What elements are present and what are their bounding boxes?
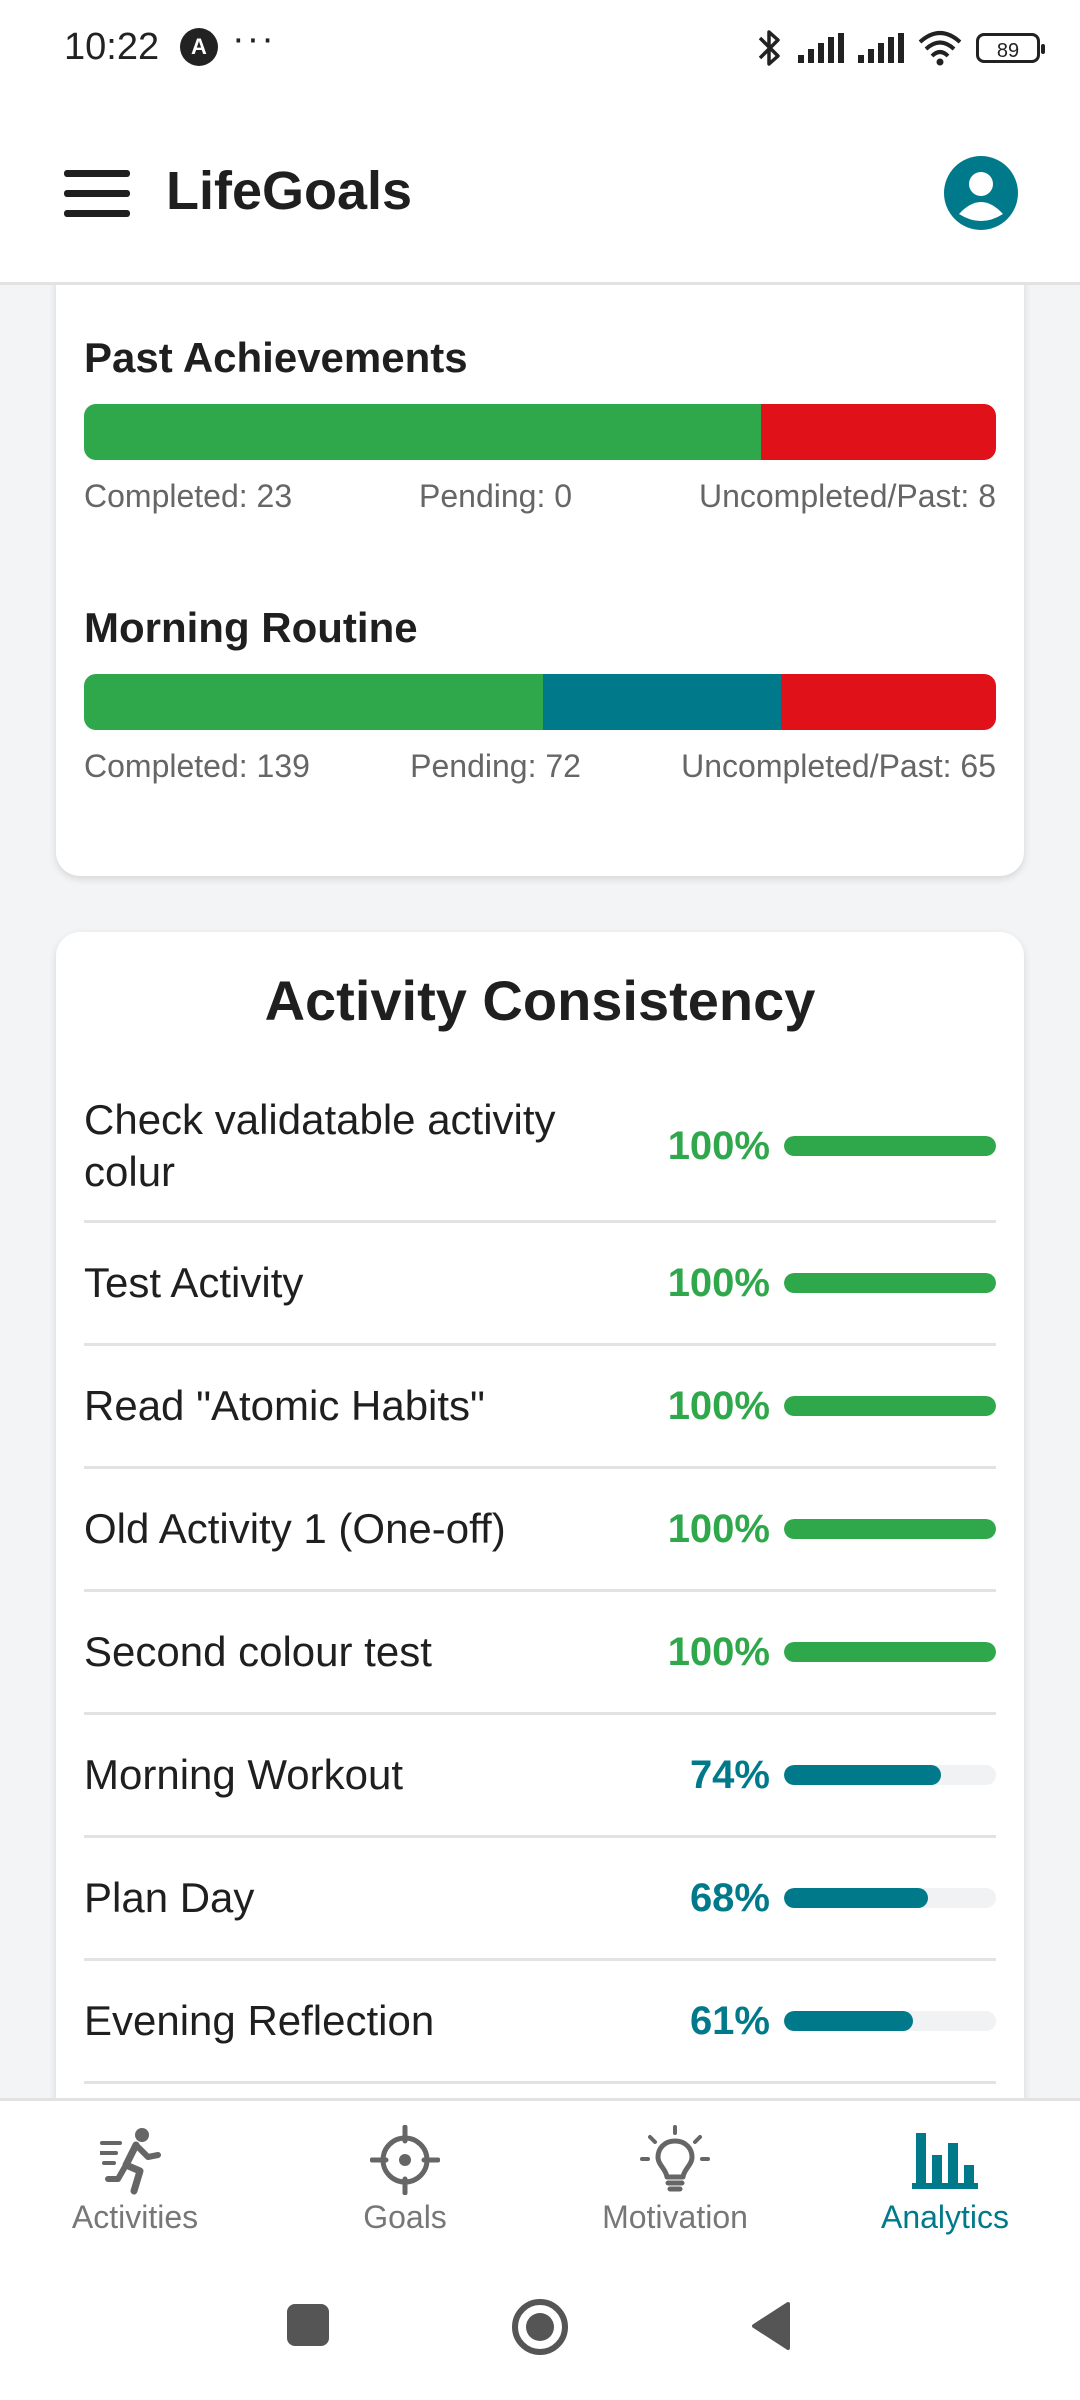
- activity-consistency-row: Test Activity 100%: [84, 1223, 996, 1346]
- nav-motivation[interactable]: Motivation: [540, 2101, 810, 2265]
- app-bar: LifeGoals: [0, 96, 1080, 285]
- pending-segment: [543, 674, 782, 730]
- uncompleted-segment: [781, 674, 996, 730]
- uncompleted-count: Uncompleted/Past: 8: [698, 478, 996, 514]
- consistency-progress-fill: [784, 1642, 996, 1662]
- completed-count: Completed: 139: [84, 748, 310, 784]
- nav-label: Activities: [71, 2199, 199, 2235]
- consistency-progress-fill: [784, 1888, 929, 1908]
- nav-activities[interactable]: Activities: [0, 2101, 270, 2265]
- goal-title: Morning Routine: [84, 604, 418, 651]
- signal-icon-2: [858, 33, 904, 63]
- consistency-progress-bar: [784, 1136, 996, 1156]
- activity-consistency-row: Plan Day 68%: [84, 1838, 996, 1961]
- home-button[interactable]: [511, 2298, 569, 2356]
- completed-segment: [84, 674, 544, 730]
- menu-icon[interactable]: [64, 170, 130, 218]
- nav-analytics[interactable]: Analytics: [810, 2101, 1080, 2265]
- consistency-progress-fill: [784, 1396, 996, 1416]
- recents-button[interactable]: [287, 2304, 329, 2346]
- activity-name: Read "Atomic Habits": [84, 1382, 485, 1429]
- activity-consistency-row: Second colour test 100%: [84, 1592, 996, 1715]
- uncompleted-count: Uncompleted/Past: 65: [681, 748, 996, 784]
- wifi-icon: [918, 31, 962, 66]
- analytics-content[interactable]: Past Achievements Completed: 23 Pending:…: [0, 282, 1080, 2098]
- goal-progress-bar: [84, 404, 996, 460]
- activity-percent: 61%: [689, 1998, 770, 2043]
- consistency-progress-bar: [784, 1396, 996, 1416]
- activity-percent: 100%: [667, 1383, 770, 1428]
- activity-consistency-row: Check validatable activity colur 100%: [84, 1072, 996, 1223]
- consistency-progress-fill: [784, 1519, 996, 1539]
- activity-consistency-row: Old Activity 1 (One-off) 100%: [84, 1469, 996, 1592]
- app-title: LifeGoals: [166, 161, 413, 221]
- activity-consistency-list: Check validatable activity colur 100% Test…: [84, 1072, 996, 2084]
- activity-percent: 100%: [667, 1260, 770, 1305]
- activity-consistency-row: Read "Atomic Habits" 100%: [84, 1346, 996, 1469]
- pending-count: Pending: 72: [410, 748, 581, 784]
- bar-chart-icon: [912, 2133, 978, 2189]
- consistency-progress-bar: [784, 1765, 996, 1785]
- running-person-icon: [100, 2128, 161, 2195]
- completed-count: Completed: 23: [84, 478, 293, 514]
- status-icons: 89: [754, 24, 1045, 72]
- lightbulb-icon: [640, 2125, 710, 2192]
- activity-percent: 68%: [689, 1875, 770, 1920]
- notification-app-icon: A: [180, 28, 218, 66]
- nav-label: Motivation: [602, 2199, 748, 2235]
- activity-percent: 100%: [667, 1629, 770, 1674]
- consistency-progress-bar: [784, 1519, 996, 1539]
- goal-progress-past-achievements: Past Achievements Completed: 23 Pending:…: [84, 334, 996, 515]
- completed-segment: [84, 404, 761, 460]
- activity-consistency-row: Morning Workout 74%: [84, 1715, 996, 1838]
- activity-percent: 100%: [667, 1123, 770, 1168]
- activity-consistency-row: Evening Reflection 61%: [84, 1961, 996, 2084]
- activity-name: Second colour test: [84, 1628, 432, 1675]
- goal-legend: Completed: 139 Pending: 72 Uncompleted/P…: [84, 748, 996, 785]
- battery-icon: 89: [976, 33, 1045, 63]
- goal-legend: Completed: 23 Pending: 0 Uncompleted/Pas…: [84, 478, 996, 515]
- nav-label: Analytics: [880, 2199, 1010, 2235]
- goal-progress-morning-routine: Morning Routine Completed: 139 Pending: …: [84, 604, 996, 785]
- consistency-progress-bar: [784, 1642, 996, 1662]
- goal-progress-bar: [84, 674, 996, 730]
- activity-name: Test Activity: [84, 1259, 304, 1306]
- consistency-progress-bar: [784, 1888, 996, 1908]
- uncompleted-segment: [760, 404, 996, 460]
- status-bar: 10:22 A ··· 89: [0, 0, 1080, 96]
- activity-name: Check validatable activity colur: [84, 1096, 556, 1195]
- consistency-progress-fill: [784, 1273, 996, 1293]
- activity-consistency-card: Activity Consistency Check validatable a…: [56, 932, 1024, 2098]
- activity-name: Evening Reflection: [84, 1997, 435, 2044]
- consistency-progress-bar: [784, 1273, 996, 1293]
- consistency-progress-bar: [784, 2011, 996, 2031]
- profile-icon[interactable]: [944, 156, 1018, 230]
- activity-name: Old Activity 1 (One-off): [84, 1505, 506, 1552]
- goal-progress-card: Past Achievements Completed: 23 Pending:…: [56, 282, 1024, 876]
- nav-goals[interactable]: Goals: [270, 2101, 540, 2265]
- bottom-navigation: Activities Goals Motivation Analytics: [0, 2098, 1080, 2265]
- consistency-progress-fill: [784, 1136, 996, 1156]
- activity-name: Plan Day: [84, 1874, 255, 1921]
- consistency-progress-fill: [784, 2011, 914, 2031]
- activity-percent: 100%: [667, 1506, 770, 1551]
- bluetooth-icon: [758, 30, 780, 66]
- more-notifications-icon: ···: [232, 18, 276, 60]
- system-navigation-bar: [0, 2262, 1080, 2400]
- back-button[interactable]: [748, 2300, 792, 2352]
- section-title: Activity Consistency: [264, 969, 816, 1032]
- consistency-progress-fill: [784, 1765, 941, 1785]
- nav-label: Goals: [363, 2199, 447, 2235]
- pending-count: Pending: 0: [419, 478, 573, 514]
- activity-name: Morning Workout: [84, 1751, 404, 1798]
- signal-icon: [798, 33, 844, 63]
- crosshair-target-icon: [370, 2125, 440, 2195]
- activity-percent: 74%: [689, 1752, 770, 1797]
- status-time: 10:22: [64, 26, 160, 68]
- goal-title: Past Achievements: [84, 334, 468, 381]
